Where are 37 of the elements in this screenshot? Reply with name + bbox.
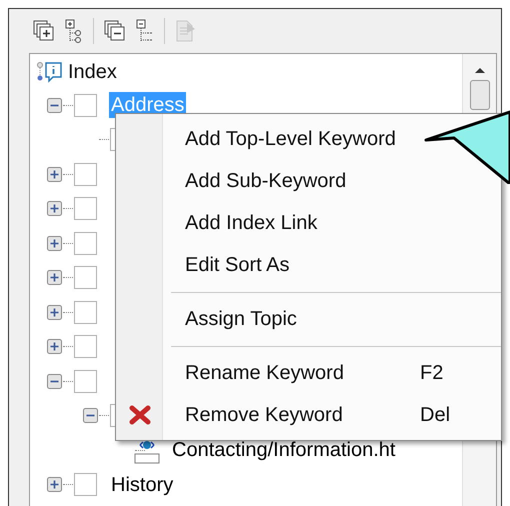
menu-item[interactable]: Remove Keyword Del — [163, 394, 501, 436]
expand-all-icon[interactable] — [33, 20, 55, 42]
expand-toggle-icon[interactable] — [47, 477, 62, 492]
expand-toggle-icon[interactable] — [47, 304, 62, 320]
collapse-toggle-icon[interactable] — [47, 374, 62, 389]
keyword-checkbox[interactable] — [74, 370, 97, 393]
keyword-checkbox[interactable] — [74, 232, 97, 255]
shortcut-text: Del — [420, 403, 450, 428]
menu-item[interactable]: Add Index Link — [163, 202, 501, 244]
delete-x-icon — [129, 405, 151, 425]
expand-toggle-icon[interactable] — [47, 270, 62, 286]
expand-toggle-icon[interactable] — [47, 166, 62, 182]
keyword-checkbox[interactable] — [74, 473, 97, 496]
expand-node-icon[interactable] — [65, 19, 83, 43]
menu-item[interactable]: Edit Sort As — [163, 244, 501, 286]
collapse-toggle-icon[interactable] — [83, 408, 98, 424]
keyword-checkbox[interactable] — [74, 300, 97, 324]
tree-item[interactable]: Contacting/Information.ht — [170, 437, 398, 464]
keyword-checkbox[interactable] — [74, 197, 97, 220]
collapse-node-icon[interactable] — [136, 19, 154, 43]
tree-root-label[interactable]: Index — [68, 57, 117, 87]
shortcut-text: F2 — [420, 361, 444, 386]
scroll-thumb[interactable] — [470, 80, 490, 110]
expand-toggle-icon[interactable] — [47, 339, 62, 354]
tree-item[interactable]: History — [109, 472, 176, 498]
expand-toggle-icon[interactable] — [47, 236, 62, 251]
menu-item[interactable]: Rename Keyword F2 — [163, 352, 501, 394]
collapse-all-icon[interactable] — [104, 20, 126, 42]
menu-item[interactable]: Assign Topic — [163, 298, 501, 340]
index-icon — [36, 60, 64, 84]
expand-toggle-icon[interactable] — [47, 201, 62, 216]
keyword-checkbox[interactable] — [74, 162, 97, 186]
keyword-checkbox[interactable] — [74, 94, 97, 117]
scroll-up-arrow-icon[interactable] — [474, 66, 486, 74]
collapse-toggle-icon[interactable] — [47, 98, 62, 113]
keyword-checkbox[interactable] — [74, 335, 97, 358]
keyword-checkbox[interactable] — [74, 266, 97, 290]
